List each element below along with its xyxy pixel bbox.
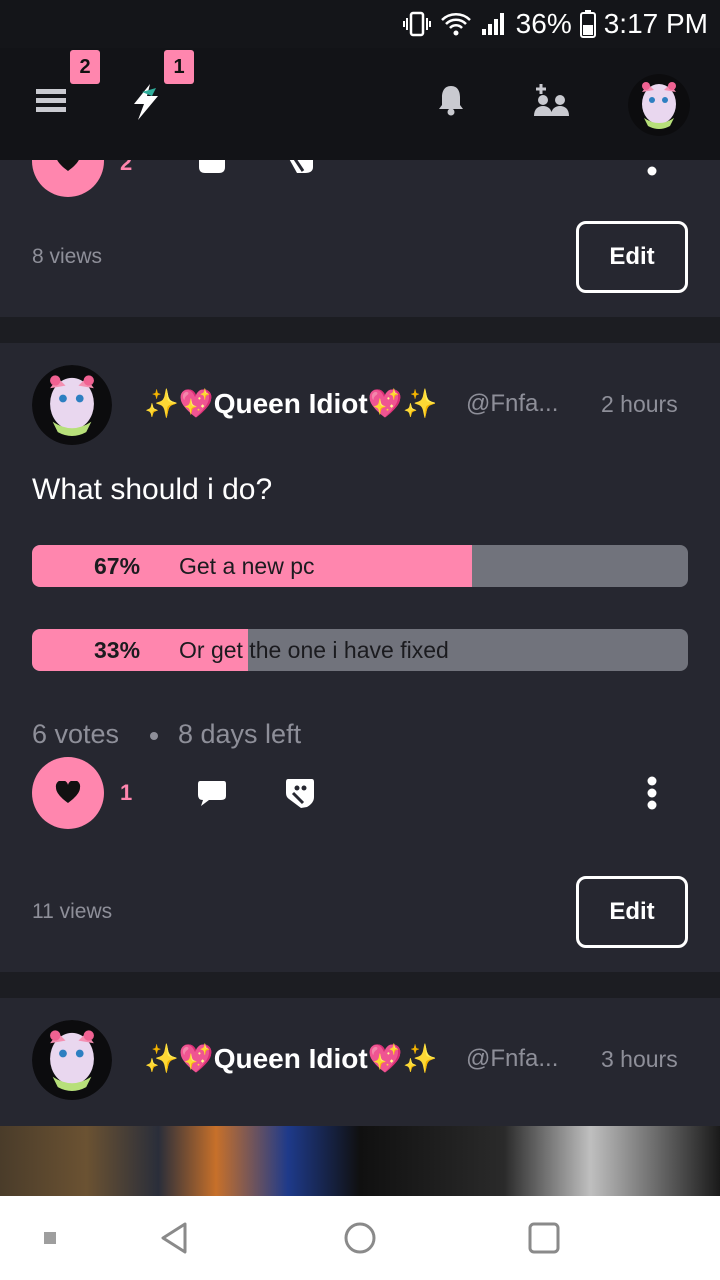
edit-button[interactable]: Edit (576, 876, 688, 948)
home-button[interactable] (338, 1216, 382, 1260)
lightning-badge: 1 (164, 50, 194, 84)
like-count: 1 (120, 780, 133, 805)
author-avatar-image (32, 1020, 112, 1100)
home-circle-icon (344, 1222, 376, 1254)
like-button[interactable] (32, 757, 104, 829)
like-count: 2 (120, 160, 133, 175)
meta-separator-dot (150, 732, 158, 740)
overflow-nav-button[interactable] (28, 1216, 72, 1260)
feed[interactable]: 2 8 views Edit ✨💖Queen Idiot💖✨ @Fnfa... (0, 160, 720, 1196)
heart-icon (57, 160, 79, 171)
author-handle: @Fnfa... (466, 1045, 559, 1072)
more-vertical-icon (647, 776, 657, 810)
poll-option-percent: 33% (94, 637, 141, 663)
heart-icon (55, 781, 81, 803)
profile-avatar-image (628, 74, 690, 136)
notifications-button[interactable] (430, 78, 472, 122)
small-square-icon (44, 1232, 56, 1244)
status-bar: 36% 3:17 PM (0, 0, 720, 48)
author-handle: @Fnfa... (466, 390, 559, 417)
comment-button[interactable] (196, 160, 228, 176)
recents-square-icon (528, 1222, 560, 1254)
back-triangle-icon (161, 1222, 187, 1254)
edit-button[interactable]: Edit (576, 221, 688, 293)
battery-icon (579, 10, 596, 38)
profile-avatar[interactable] (628, 74, 690, 136)
menu-icon (36, 89, 66, 112)
menu-button[interactable] (30, 80, 72, 122)
view-count: 8 views (32, 245, 103, 268)
poll-option[interactable]: 67% Get a new pc (32, 545, 688, 587)
more-options-button[interactable] (642, 160, 662, 178)
back-button[interactable] (152, 1216, 196, 1260)
post-image[interactable] (0, 1126, 720, 1196)
author-name[interactable]: ✨💖Queen Idiot💖✨ (144, 1042, 437, 1075)
poll-days-left: 8 days left (178, 719, 302, 749)
author-avatar-image (32, 365, 112, 445)
poll-option-percent: 67% (94, 553, 141, 579)
poll-question: What should i do? (32, 473, 273, 506)
post-time: 2 hours (601, 391, 678, 417)
repost-icon (286, 779, 314, 808)
bell-icon (439, 86, 463, 116)
comment-icon (199, 160, 225, 173)
author-name[interactable]: ✨💖Queen Idiot💖✨ (144, 387, 437, 420)
vibrate-icon (402, 11, 432, 37)
battery-percent: 36% (515, 8, 572, 39)
comment-icon (198, 781, 226, 806)
live-button[interactable] (124, 80, 168, 124)
clock: 3:17 PM (603, 8, 708, 39)
friends-button[interactable] (526, 78, 576, 122)
system-nav-bar (0, 1196, 720, 1280)
poll-votes: 6 votes (32, 719, 120, 749)
comment-button[interactable] (192, 773, 232, 813)
poll-option-label: Get a new pc (179, 553, 315, 579)
lightning-icon (134, 84, 158, 120)
view-count: 11 views (32, 900, 113, 923)
poll-option[interactable]: 33% Or get the one i have fixed (32, 629, 688, 671)
app-header: 2 1 (0, 48, 720, 160)
repost-icon (289, 160, 313, 173)
author-avatar[interactable] (32, 365, 112, 445)
add-friend-icon (534, 84, 569, 116)
signal-icon (480, 11, 508, 37)
more-options-button[interactable] (636, 773, 668, 813)
author-avatar[interactable] (32, 1020, 112, 1100)
menu-badge: 2 (70, 50, 100, 84)
post-card-previous: 2 8 views Edit (0, 160, 720, 317)
recents-button[interactable] (522, 1216, 566, 1260)
post-card-poll: ✨💖Queen Idiot💖✨ @Fnfa... 2 hours What sh… (0, 343, 720, 972)
like-button[interactable] (32, 160, 104, 197)
post-time: 3 hours (601, 1046, 678, 1072)
post-divider (0, 972, 720, 998)
post-divider (0, 317, 720, 343)
repost-button[interactable] (280, 773, 320, 813)
more-vertical-icon (647, 166, 657, 176)
wifi-icon (440, 11, 472, 37)
poll-option-label: Or get the one i have fixed (179, 637, 449, 663)
repost-button[interactable] (284, 160, 316, 176)
